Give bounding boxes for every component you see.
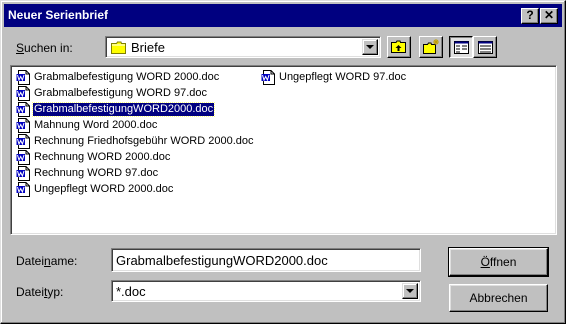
lookin-combo[interactable]: Briefe	[105, 36, 381, 58]
filetype-dropdown-button[interactable]	[402, 283, 418, 299]
folder-up-icon	[391, 40, 406, 53]
open-button[interactable]: Öffnen	[448, 247, 549, 277]
word-document-icon	[16, 102, 30, 117]
filetype-value: *.doc	[116, 284, 146, 299]
word-document-icon	[16, 166, 30, 181]
new-folder-icon	[423, 39, 439, 54]
window-title: Neuer Serienbrief	[8, 8, 109, 22]
list-view-button[interactable]	[449, 36, 473, 58]
word-document-icon	[16, 86, 30, 101]
details-view-button[interactable]	[473, 36, 497, 58]
word-document-icon	[16, 70, 30, 85]
file-name: Ungepflegt WORD 97.doc	[279, 71, 407, 83]
file-name: Mahnung Word 2000.doc	[34, 119, 158, 131]
filename-label: Dateiname:	[16, 254, 78, 268]
word-document-icon	[261, 70, 275, 85]
lookin-label: Suchen in:	[16, 41, 73, 55]
filetype-select[interactable]: *.doc	[111, 280, 421, 302]
file-name: Grabmalbefestigung WORD 97.doc	[34, 87, 208, 99]
dialog-window: Neuer Serienbrief ? ✕ Suchen in: Briefe	[0, 0, 566, 324]
file-name: GrabmalbefestigungWORD2000.doc	[31, 102, 216, 117]
list-view-icon	[454, 41, 469, 54]
details-view-icon	[478, 41, 493, 54]
cancel-button[interactable]: Abbrechen	[449, 284, 548, 312]
chevron-down-icon	[406, 289, 414, 293]
word-document-icon	[16, 182, 30, 197]
help-icon: ?	[526, 8, 534, 22]
close-button[interactable]: ✕	[540, 8, 558, 24]
word-document-icon	[16, 150, 30, 165]
create-new-folder-button[interactable]	[419, 36, 443, 58]
filetype-label: Dateityp:	[16, 285, 64, 299]
word-document-icon	[16, 118, 30, 133]
file-name: Rechnung WORD 2000.doc	[34, 151, 171, 163]
chevron-down-icon	[366, 45, 374, 49]
lookin-dropdown-button[interactable]	[362, 39, 378, 55]
filename-value: GrabmalbefestigungWORD2000.doc	[116, 253, 328, 268]
lookin-value: Briefe	[131, 40, 165, 55]
file-name: Rechnung WORD 97.doc	[34, 167, 159, 179]
file-name: Rechnung Friedhofsgebühr WORD 2000.doc	[34, 135, 254, 147]
folder-icon	[111, 41, 126, 54]
file-name: Ungepflegt WORD 2000.doc	[34, 183, 174, 195]
help-button[interactable]: ?	[521, 8, 539, 24]
file-list[interactable]: Grabmalbefestigung WORD 2000.doc Grabmalb…	[10, 65, 557, 235]
word-document-icon	[16, 134, 30, 149]
file-name: Grabmalbefestigung WORD 2000.doc	[34, 71, 220, 83]
title-bar[interactable]: Neuer Serienbrief ? ✕	[4, 4, 562, 27]
filename-field[interactable]: GrabmalbefestigungWORD2000.doc	[111, 248, 421, 272]
up-one-level-button[interactable]	[387, 36, 411, 58]
close-icon: ✕	[543, 8, 555, 22]
